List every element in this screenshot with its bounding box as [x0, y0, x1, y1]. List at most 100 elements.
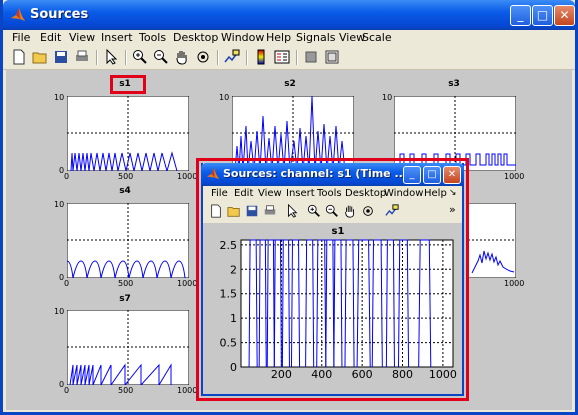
plot-title-s4: s4 — [119, 186, 131, 196]
sub-menu-window[interactable]: Window — [384, 188, 423, 199]
menu-edit[interactable]: Edit — [40, 31, 61, 44]
sub-title-bar[interactable]: Sources: channel: s1 (Time ... _ □ ✕ — [201, 163, 464, 186]
sub-menu-edit[interactable]: Edit — [234, 188, 253, 199]
xtick: 1000 — [504, 172, 525, 181]
ytick-max: 10 — [54, 93, 65, 102]
toolbar — [3, 47, 575, 70]
xtick: 500 — [118, 386, 134, 395]
zoom-in-icon[interactable] — [307, 204, 321, 218]
plot-s7 — [67, 310, 189, 385]
menu-insert[interactable]: Insert — [101, 31, 133, 44]
plot-title-s2: s2 — [284, 79, 296, 89]
xtick: 500 — [118, 172, 134, 181]
ytick-max: 10 — [382, 93, 393, 102]
sub-menu-file[interactable]: File — [211, 188, 228, 199]
pointer-icon[interactable] — [285, 204, 299, 218]
matlab-icon — [11, 8, 25, 21]
menu-window[interactable]: Window — [221, 31, 264, 44]
xtick: 500 — [118, 279, 134, 288]
sub-menu-insert[interactable]: Insert — [286, 188, 315, 199]
x-tick-label: 600 — [352, 368, 373, 381]
plot-s4 — [67, 203, 189, 278]
y-tick-label: 2.5 — [220, 239, 238, 252]
xtick: 0 — [64, 386, 70, 395]
menu-bar: File Edit View Insert Tools Desktop Wind… — [3, 30, 575, 47]
save-icon[interactable] — [245, 204, 259, 218]
rotate-icon[interactable] — [361, 204, 375, 218]
save-icon[interactable] — [53, 49, 69, 65]
menu-tools[interactable]: Tools — [139, 31, 166, 44]
x-tick-label: 1000 — [429, 368, 457, 381]
hide-plot-tools-icon[interactable] — [303, 49, 319, 65]
minimize-button[interactable]: _ — [510, 5, 531, 26]
rotate-icon[interactable] — [195, 49, 211, 65]
sub-menu-help[interactable]: Help — [424, 188, 447, 199]
menu-help[interactable]: Help — [266, 31, 291, 44]
xtick: 1000 — [504, 279, 525, 288]
window-title: Sources — [30, 7, 89, 22]
sources-window: Sources _ □ ✕ File Edit View Insert Tool… — [0, 0, 578, 415]
channel-s1-window: Sources: channel: s1 (Time ... _ □ ✕ Fil… — [201, 163, 464, 396]
open-folder-icon[interactable] — [227, 204, 241, 218]
x-tick-label: 400 — [311, 368, 332, 381]
menu-view[interactable]: View — [69, 31, 95, 44]
sub-menu-view[interactable]: View — [258, 188, 282, 199]
ytick-max: 10 — [54, 307, 65, 316]
y-tick-label: 1.5 — [220, 288, 238, 301]
y-tick-label: 2 — [230, 263, 237, 276]
plot-title-s3: s3 — [448, 79, 460, 89]
xtick: 0 — [64, 279, 70, 288]
y-tick-label: 0.5 — [220, 337, 238, 350]
pan-hand-icon[interactable] — [343, 204, 357, 218]
menu-file[interactable]: File — [12, 31, 30, 44]
sub-close-button[interactable]: ✕ — [443, 166, 461, 184]
new-file-icon[interactable] — [11, 49, 27, 65]
new-file-icon[interactable] — [209, 204, 223, 218]
colorbar-icon[interactable] — [253, 49, 269, 65]
xtick: 1000 — [177, 279, 198, 288]
print-icon[interactable] — [263, 204, 277, 218]
data-cursor-icon[interactable] — [224, 49, 240, 65]
menu-signals-view[interactable]: Signals View — [296, 31, 365, 44]
toolbar-separator — [296, 50, 298, 65]
sub-maximize-button[interactable]: □ — [423, 166, 441, 184]
maximize-button[interactable]: □ — [532, 5, 553, 26]
sub-menu-bar: File Edit View Insert Tools Desktop Wind… — [203, 186, 462, 202]
pan-hand-icon[interactable] — [174, 49, 190, 65]
zoom-out-icon[interactable] — [153, 49, 169, 65]
close-button[interactable]: ✕ — [554, 5, 575, 26]
sub-toolbar: » — [203, 202, 462, 222]
toolbar-separator — [96, 50, 98, 65]
sub-menu-tools[interactable]: Tools — [317, 188, 342, 199]
menu-scale[interactable]: Scale — [362, 31, 392, 44]
sub-figure-canvas: s1 200 400 600 800 1000 0 0.5 1 1.5 2 2.5 — [203, 223, 462, 394]
ytick-max: 10 — [54, 200, 65, 209]
open-folder-icon[interactable] — [32, 49, 48, 65]
plot-title-s7: s7 — [119, 294, 131, 304]
menu-desktop[interactable]: Desktop — [173, 31, 218, 44]
sub-minimize-button[interactable]: _ — [403, 166, 421, 184]
more-arrow-icon[interactable]: ↘ — [449, 188, 457, 198]
sub-menu-desktop[interactable]: Desktop — [345, 188, 386, 199]
plot-area — [240, 239, 454, 368]
ytick-max: 10 — [219, 93, 230, 102]
toolbar-overflow-chevron[interactable]: » — [449, 203, 456, 216]
xtick: 0 — [64, 172, 70, 181]
print-icon[interactable] — [74, 49, 90, 65]
legend-icon[interactable] — [274, 49, 290, 65]
zoom-in-icon[interactable] — [132, 49, 148, 65]
chart-s1: 200 400 600 800 1000 0 0.5 1 1.5 2 2.5 — [220, 239, 457, 381]
toolbar-separator — [125, 50, 127, 65]
title-bar[interactable]: Sources _ □ ✕ — [3, 0, 575, 30]
y-tick-label: 1 — [230, 312, 237, 325]
xtick: 1000 — [177, 386, 198, 395]
data-cursor-icon[interactable] — [385, 204, 399, 218]
sub-window-title: Sources: channel: s1 (Time ... — [223, 167, 408, 180]
show-plot-tools-icon[interactable] — [324, 49, 340, 65]
matlab-icon — [206, 167, 220, 180]
plot-s1 — [67, 96, 189, 171]
pointer-icon[interactable] — [103, 49, 119, 65]
y-tick-label: 0 — [230, 361, 237, 374]
zoom-out-icon[interactable] — [325, 204, 339, 218]
highlight-box-s1 — [110, 75, 146, 94]
